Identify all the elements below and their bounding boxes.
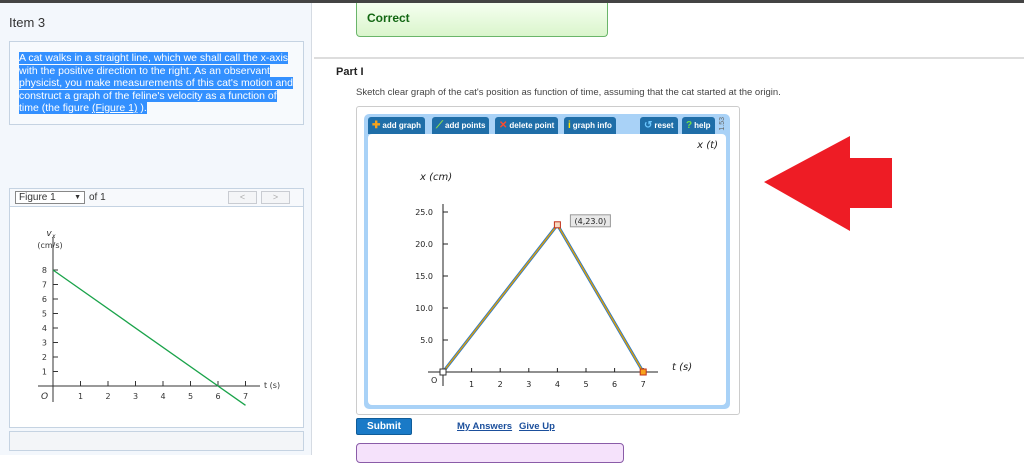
figure-select-value: Figure 1	[19, 192, 56, 203]
y-tick-label: 5.0	[420, 336, 433, 345]
hint-box	[356, 443, 624, 463]
y-tick-label: 15.0	[415, 272, 433, 281]
figure-navigation: Figure 1 ▼ of 1 < >	[9, 188, 304, 207]
part-label: Part I	[336, 66, 364, 78]
x-tick-label: 7	[243, 392, 248, 401]
info-icon: i	[568, 120, 571, 131]
submit-button[interactable]: Submit	[356, 418, 412, 435]
add-points-icon: ⟋	[436, 120, 443, 131]
my-answers-link[interactable]: My Answers	[457, 421, 512, 432]
y-tick-label: 25.0	[415, 208, 433, 217]
x-tick-label: 6	[612, 380, 617, 389]
x-tick-label: 3	[526, 380, 531, 389]
data-point	[553, 221, 561, 229]
question-box: A cat walks in a straight line, which we…	[9, 41, 304, 125]
velocity-line	[52, 269, 246, 406]
y-tick-label: 2	[42, 353, 47, 362]
question-body: A cat walks in a straight line, which we…	[19, 52, 293, 114]
help-icon: ?	[686, 120, 693, 131]
y-tick-label: 6	[42, 295, 47, 304]
position-line	[442, 223, 644, 373]
graph-canvas[interactable]: 1 2 3 4 5 6 7 5.0 10.0 15.0 20.0 25.0 Ot (s) x (cm) x …	[368, 134, 726, 405]
graph-title: x (t)	[696, 140, 718, 151]
item-title: Item 3	[9, 15, 46, 30]
x-tick-label: 4	[160, 392, 165, 401]
figure-footer	[9, 431, 304, 451]
y-tick-label: 5	[42, 310, 47, 319]
divider	[314, 57, 1024, 59]
red-arrow-icon	[764, 136, 892, 231]
version-label: 1.53	[719, 117, 726, 131]
x-icon: ✕	[499, 120, 508, 131]
reset-label: reset	[654, 121, 674, 130]
y-axis-unit: (cm/s)	[37, 241, 62, 250]
y-tick-label: 20.0	[415, 240, 433, 249]
next-figure-button[interactable]: >	[261, 191, 290, 204]
add-graph-label: add graph	[382, 121, 422, 130]
origin-label: O	[41, 392, 48, 402]
x-tick-label: 2	[105, 392, 110, 401]
instructions: Sketch clear graph of the cat's position…	[356, 87, 781, 98]
x-axis-label: t (s)	[264, 381, 280, 390]
reset-icon: ↺	[644, 120, 653, 131]
x-axis-label: t (s)	[672, 362, 692, 373]
graph-info-label: graph info	[572, 121, 612, 130]
reset-button[interactable]: ↺ reset	[640, 117, 678, 134]
plus-icon: ✚	[372, 120, 381, 131]
x-tick-label: 5	[583, 380, 588, 389]
data-point	[439, 368, 447, 376]
x-tick-label: 3	[133, 392, 138, 401]
velocity-chart: 1 2 3 4 5 6 712345678Ot (s)v x(cm/s)	[37, 229, 280, 406]
x-tick-label: 7	[641, 380, 646, 389]
figure-link[interactable]: (Figure 1)	[92, 102, 138, 114]
red-arrow-shape	[764, 136, 892, 231]
figure-select[interactable]: Figure 1 ▼	[15, 191, 85, 204]
delete-point-button[interactable]: ✕ delete point	[495, 117, 559, 134]
x-tick-label: 1	[469, 380, 474, 389]
delete-point-label: delete point	[509, 121, 555, 130]
figure-panel: 123456712345678Ot (s) v x (cm/s)	[9, 206, 304, 428]
prev-figure-button[interactable]: <	[228, 191, 257, 204]
position-line-outline	[441, 222, 645, 373]
y-axis-label-sub: x	[51, 233, 56, 240]
feedback-correct: Correct	[356, 3, 608, 37]
y-tick-label: 10.0	[415, 304, 433, 313]
question-text: A cat walks in a straight line, which we…	[19, 52, 293, 114]
add-points-label: add points	[445, 121, 486, 130]
left-panel: Item 3 A cat walks in a straight line, w…	[0, 3, 312, 455]
x-tick-label: 6	[215, 392, 220, 401]
y-tick-label: 1	[42, 368, 47, 377]
x-tick-label: 1	[78, 392, 83, 401]
y-tick-label: 4	[42, 324, 47, 333]
y-tick-label: 8	[42, 266, 47, 275]
add-graph-button[interactable]: ✚ add graph	[368, 117, 426, 134]
data-point	[639, 368, 647, 376]
y-tick-label: 7	[42, 281, 47, 290]
x-tick-label: 4	[555, 380, 560, 389]
help-button[interactable]: ? help	[682, 117, 715, 134]
help-label: help	[694, 121, 711, 130]
x-tick-label: 2	[498, 380, 503, 389]
x-tick-label: 5	[188, 392, 193, 401]
position-chart[interactable]: 1 2 3 4 5 6 7 5.0 10.0 15.0 20.0 25.0 Ot (s) x (cm) x …	[368, 134, 726, 405]
give-up-link[interactable]: Give Up	[519, 421, 555, 432]
figure-count: of 1	[89, 192, 106, 203]
point-label: (4,23.0)	[575, 217, 607, 226]
y-tick-label: 3	[42, 339, 47, 348]
origin-label: O	[431, 376, 437, 385]
add-points-button[interactable]: ⟋ add points	[432, 117, 490, 134]
y-axis-label: x (cm)	[419, 172, 452, 183]
dropdown-arrow-icon: ▼	[74, 194, 81, 201]
question-end: ).	[137, 102, 147, 114]
graph-info-button[interactable]: i graph info	[564, 117, 616, 134]
